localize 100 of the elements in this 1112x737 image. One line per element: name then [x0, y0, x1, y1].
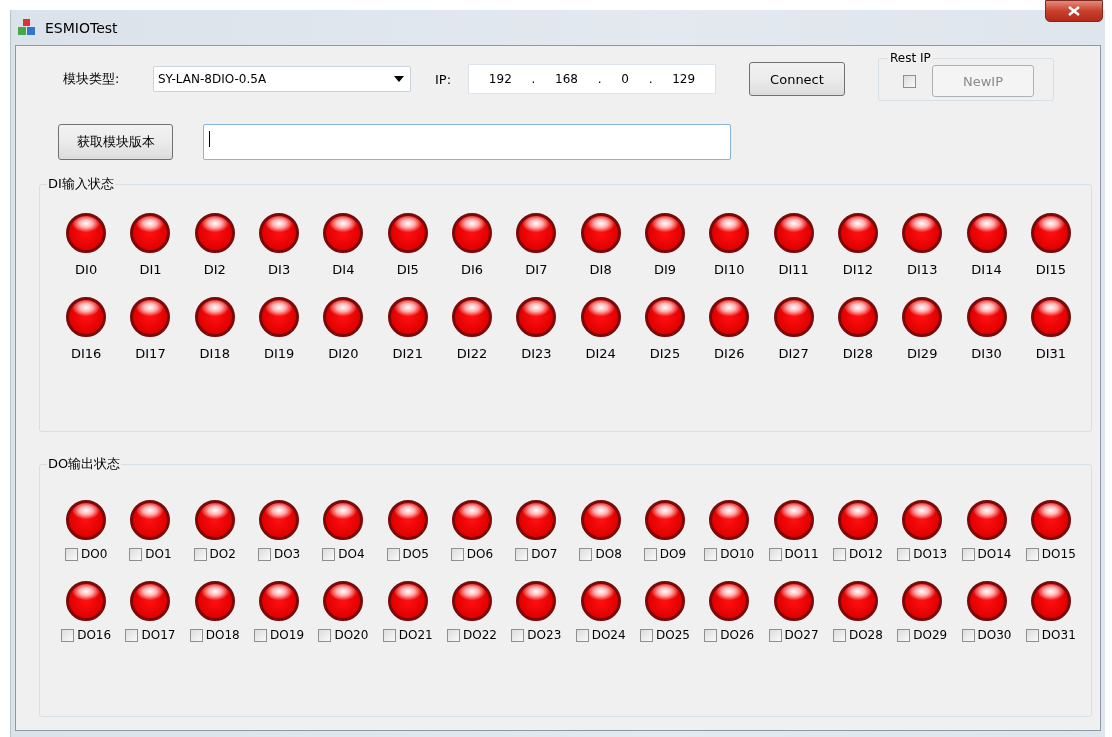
input-label: DI23: [521, 346, 552, 361]
input-label: DI0: [75, 262, 98, 277]
group-title: Rest IP: [889, 51, 932, 65]
ip-octet: 192: [488, 72, 512, 86]
output-label: DO7: [531, 547, 558, 561]
output-label: DO18: [205, 628, 240, 642]
ip-separator: .: [531, 72, 536, 86]
output-label: DO13: [913, 547, 948, 561]
output-label: DO2: [209, 547, 236, 561]
checkbox[interactable]: [189, 628, 203, 642]
output-label: DO30: [977, 628, 1012, 642]
input-label: DI9: [653, 262, 677, 277]
checkbox[interactable]: [322, 547, 336, 561]
input-label: DI19: [263, 346, 295, 361]
output-label: DO23: [527, 628, 562, 642]
checkbox[interactable]: [65, 547, 78, 561]
checkbox[interactable]: [897, 628, 911, 642]
output-label: DO29: [913, 628, 948, 642]
group-title: DI输入状态: [47, 175, 115, 193]
input-label: DI2: [203, 262, 226, 277]
input-label: DI27: [778, 346, 809, 361]
input-label: DI10: [714, 262, 745, 277]
checkbox[interactable]: [193, 547, 207, 561]
output-label: DO28: [848, 628, 883, 642]
checkbox[interactable]: [961, 628, 975, 642]
input-label: DI18: [199, 346, 230, 361]
output-label: DO21: [398, 628, 433, 642]
checkbox[interactable]: [254, 628, 268, 642]
input-label: DI5: [396, 262, 419, 277]
checkbox[interactable]: [1025, 547, 1039, 561]
checkbox[interactable]: [318, 628, 332, 642]
checkbox[interactable]: [511, 628, 525, 642]
group-title: DO输出状态: [47, 455, 122, 473]
checkbox[interactable]: [768, 547, 782, 561]
checkbox[interactable]: [129, 547, 143, 561]
input-label: DI29: [907, 346, 938, 361]
output-label: DO26: [720, 628, 755, 642]
output-label: DO10: [720, 547, 755, 561]
checkbox[interactable]: [125, 628, 139, 642]
input-label: DI21: [392, 346, 423, 361]
input-label: DI13: [907, 262, 938, 277]
checkbox[interactable]: [575, 628, 589, 642]
get-version-button[interactable]: 获取模块版本: [58, 124, 173, 160]
output-label: DO17: [141, 628, 176, 642]
output-label: DO25: [656, 628, 690, 642]
output-label: DO19: [270, 628, 305, 642]
input-label: DI14: [971, 262, 1002, 277]
checkbox[interactable]: [386, 547, 400, 561]
ip-octet: 0: [621, 72, 629, 86]
input-label: DI20: [328, 346, 359, 361]
checkbox[interactable]: [897, 547, 911, 561]
module-type-label: 模块类型:: [63, 70, 121, 88]
ip-separator: .: [648, 72, 653, 86]
input-label: DI1: [139, 262, 162, 277]
checkbox[interactable]: [515, 547, 529, 561]
output-label: DO22: [463, 628, 497, 642]
checkbox[interactable]: [382, 628, 396, 642]
checkbox[interactable]: [903, 74, 916, 88]
output-label: DO3: [273, 547, 301, 561]
connect-button[interactable]: Connect: [749, 62, 845, 96]
checkbox[interactable]: [768, 628, 782, 642]
checkbox[interactable]: [640, 628, 653, 642]
checkbox[interactable]: [447, 628, 461, 642]
input-label: DI12: [842, 262, 874, 277]
close-button[interactable]: [1045, 0, 1103, 22]
checkbox[interactable]: [832, 547, 846, 561]
output-label: DO31: [1041, 628, 1076, 642]
output-label: DO15: [1041, 547, 1076, 561]
input-label: DI8: [589, 262, 612, 277]
output-label: DO24: [591, 628, 626, 642]
checkbox[interactable]: [961, 547, 975, 561]
input-label: DI28: [842, 346, 874, 361]
checkbox[interactable]: [704, 547, 718, 561]
input-label: DI30: [971, 346, 1002, 361]
input-label: DI7: [525, 262, 548, 277]
checkbox[interactable]: [257, 547, 271, 561]
input-label: DI4: [332, 262, 355, 277]
checkbox[interactable]: [1025, 628, 1039, 642]
output-label: DO5: [402, 547, 429, 561]
output-label: DO12: [848, 547, 883, 561]
checkbox[interactable]: [61, 628, 75, 642]
output-label: DO27: [784, 628, 819, 642]
checkbox[interactable]: [832, 628, 846, 642]
ip-label: IP:: [435, 71, 453, 87]
output-label: DO6: [466, 547, 494, 561]
input-label: DI26: [714, 346, 745, 361]
output-label: DO11: [784, 547, 819, 561]
input-label: DI15: [1035, 262, 1067, 277]
cubes-icon: [17, 17, 37, 38]
output-label: DO8: [595, 547, 622, 561]
output-label: DO16: [77, 628, 112, 642]
input-label: DI24: [585, 346, 616, 361]
checkbox[interactable]: [579, 547, 593, 561]
ip-address-field[interactable]: 192 . 168 . 0 . 129: [468, 64, 716, 94]
checkbox[interactable]: [704, 628, 718, 642]
module-type-dropdown[interactable]: SY-LAN-8DIO-0.5A: [153, 66, 411, 92]
close-icon: [1068, 6, 1080, 16]
version-field[interactable]: [203, 124, 731, 160]
checkbox[interactable]: [450, 547, 464, 561]
checkbox[interactable]: [643, 547, 657, 561]
